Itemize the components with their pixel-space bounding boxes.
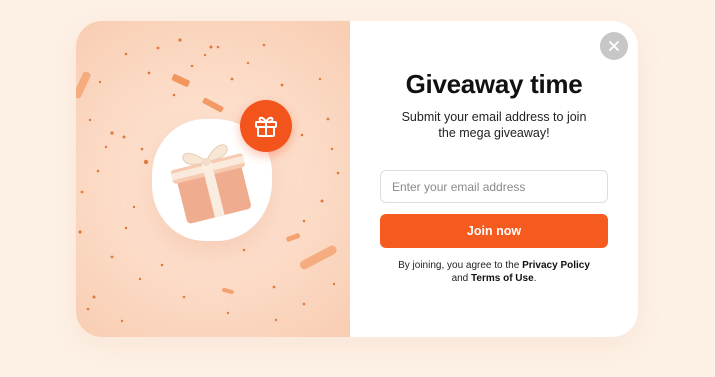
privacy-policy-link[interactable]: Privacy Policy	[522, 260, 590, 271]
gift-badge	[240, 100, 292, 152]
terms-notice: By joining, you agree to the Privacy Pol…	[380, 259, 608, 285]
gift-icon	[255, 116, 277, 137]
terms-prefix: By joining, you agree to the	[398, 260, 520, 271]
email-input[interactable]	[380, 170, 608, 203]
close-button[interactable]	[600, 32, 628, 60]
terms-of-use-link[interactable]: Terms of Use	[471, 273, 534, 284]
giveaway-popup: Giveaway time Submit your email address …	[76, 21, 638, 337]
join-now-button[interactable]: Join now	[380, 214, 608, 248]
close-icon	[609, 41, 619, 51]
illustration-panel	[76, 21, 350, 337]
signup-panel: Giveaway time Submit your email address …	[350, 21, 638, 337]
popup-title: Giveaway time	[405, 69, 583, 99]
terms-suffix: .	[533, 273, 537, 284]
terms-and: and	[451, 273, 469, 284]
gift-box-illustration	[170, 144, 251, 224]
popup-subtitle: Submit your email address to join the me…	[401, 110, 587, 140]
